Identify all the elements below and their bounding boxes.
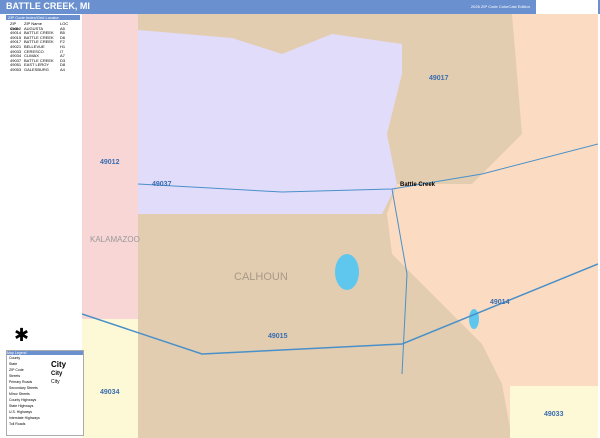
compass-rose-icon: ✱ (14, 325, 30, 345)
legend-title: Map Legend (7, 351, 83, 355)
zip-label: 49015 (268, 333, 288, 340)
legend-city-samples: City City City (51, 361, 81, 388)
zip-label: 49033 (544, 411, 564, 418)
place-label: KALAMAZOO (90, 235, 140, 244)
lake (469, 309, 479, 329)
zip-area-49012[interactable] (82, 14, 138, 319)
zip-area-49034[interactable] (82, 319, 138, 438)
zip-label: 49012 (100, 159, 120, 166)
zip-label: 49037 (152, 181, 172, 188)
legend-item: Toll Roads (9, 422, 26, 426)
legend-city-small: City (51, 379, 60, 385)
city-label: Battle Creek (400, 182, 436, 188)
lake (335, 254, 359, 290)
county-label: CALHOUN (234, 271, 288, 283)
map-legend: Map Legend County State ZIP Code Streets Pri… (6, 350, 84, 436)
zip-index: ZIP Code Index/Grid Locator ZIP Code ZIP … (6, 15, 80, 73)
legend-city-large: City (51, 360, 67, 369)
index-heading: ZIP Code Index/Grid Locator (6, 15, 80, 20)
zip-label: 49034 (100, 389, 120, 396)
zip-label: 49014 (490, 299, 510, 306)
header-bar: BATTLE CREEK, MI 2026 ZIP Code ColorCast… (0, 0, 600, 14)
edition-label: 2026 ZIP Code ColorCast Edition (470, 4, 530, 9)
zip-label: 49017 (429, 75, 449, 82)
index-row: 49053 GALESBURG A4 (10, 66, 65, 72)
map-title: BATTLE CREEK, MI (6, 1, 90, 11)
logo (536, 0, 598, 14)
zip-map[interactable]: 49017 49012 49037 49014 49015 49034 4903… (82, 14, 598, 438)
